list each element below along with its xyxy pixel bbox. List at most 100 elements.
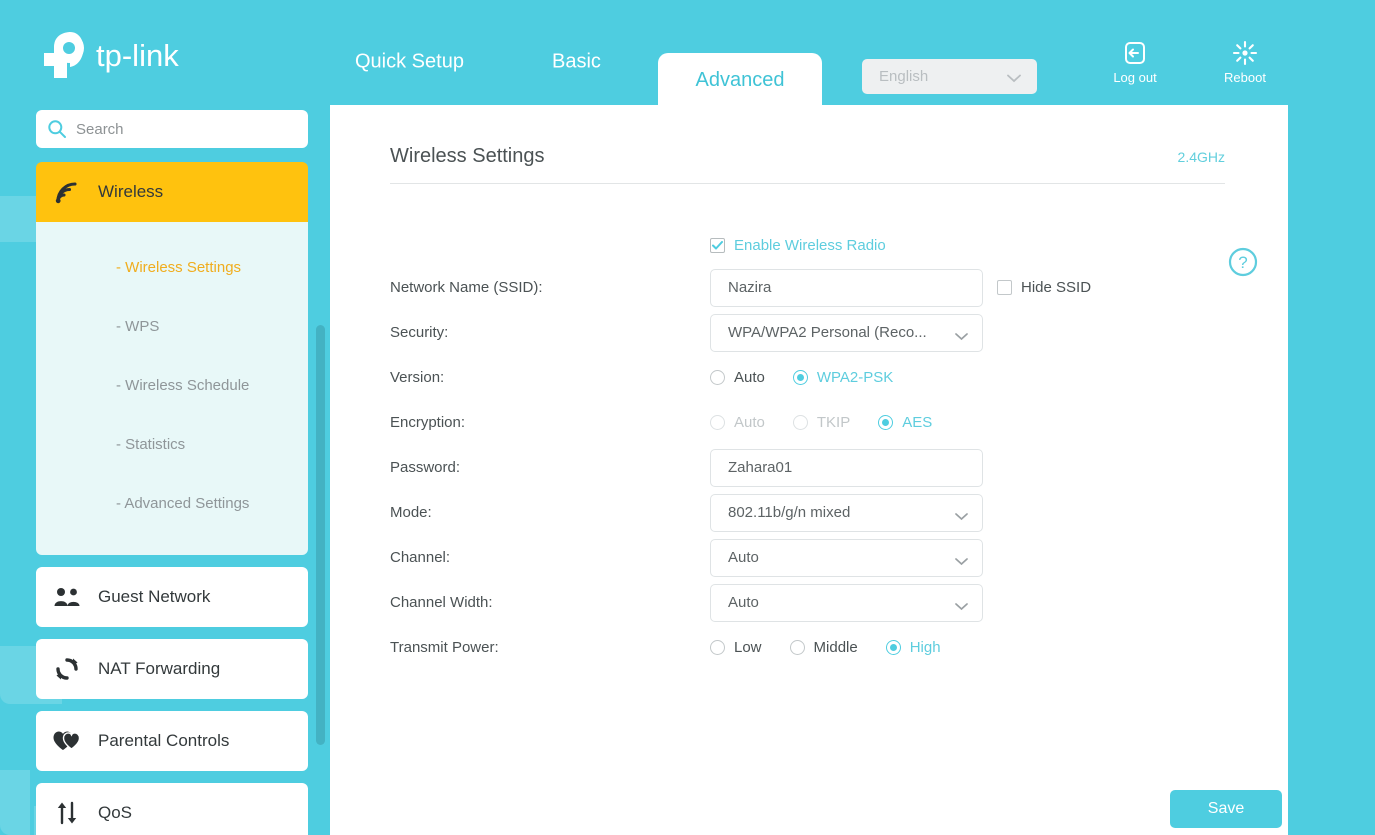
sidebar-item-label: Guest Network [98,587,211,606]
guests-icon [36,587,98,607]
sidebar-item-label: NAT Forwarding [98,659,221,678]
encryption-option-aes[interactable]: AES [878,414,932,431]
ssid-field[interactable] [710,268,983,307]
chevron-down-icon [955,598,968,616]
version-row: Version: Auto WPA2-PSK [390,355,1270,400]
submenu-item-wireless-schedule[interactable]: - Wireless Schedule [36,356,308,415]
transmit-power-radio-group: Low Middle High [710,639,969,656]
ssid-row: Network Name (SSID): Hide SSID [390,265,1270,310]
transmit-power-label: Transmit Power: [390,639,499,656]
chevron-down-icon [955,553,968,571]
radio-button[interactable] [789,640,805,655]
refresh-icon [36,657,98,681]
hide-ssid-checkbox[interactable] [997,280,1012,295]
password-field[interactable] [710,448,983,487]
background-pattern-block [0,196,40,242]
language-selector[interactable]: English [862,59,1037,94]
transmit-power-option-high[interactable]: High [885,639,941,656]
channel-width-label: Channel Width: [390,594,493,611]
enable-wireless-radio-checkbox[interactable] [710,237,725,253]
encryption-option-auto: Auto [710,414,765,431]
sidebar-item-wireless[interactable]: Wireless [36,162,308,222]
sidebar-submenu-wireless: - Wireless Settings - WPS - Wireless Sch… [36,222,308,555]
channel-width-row: Channel Width: Auto [390,580,1270,625]
wifi-icon [36,180,98,204]
radio-button[interactable] [710,370,725,385]
sidebar-item-qos[interactable]: QoS [36,783,308,835]
transmit-power-row: Transmit Power: Low Middle High [390,625,1270,670]
tp-link-logo: tp-link [36,28,206,82]
channel-width-select[interactable]: Auto [710,583,983,622]
transmit-power-option-low[interactable]: Low [710,639,762,656]
chevron-down-icon [955,508,968,526]
band-label: 2.4GHz [1177,149,1225,165]
transmit-power-option-label: High [909,639,941,656]
password-label: Password: [390,459,461,476]
channel-select[interactable]: Auto [710,538,983,577]
sidebar: Wireless - Wireless Settings - WPS - Wir… [36,110,308,835]
content-panel: Wireless Settings 2.4GHz ? Enable Wirele… [330,105,1288,835]
hide-ssid-group: Hide SSID [997,279,1091,296]
sidebar-item-guest-network[interactable]: Guest Network [36,567,308,627]
encryption-option-label: TKIP [816,414,851,431]
version-option-auto[interactable]: Auto [710,369,765,386]
ssid-input[interactable] [728,279,958,296]
submenu-item-wireless-settings[interactable]: - Wireless Settings [36,238,308,297]
radio-button[interactable] [710,640,725,655]
tab-basic[interactable]: Basic [552,51,601,74]
encryption-row: Encryption: Auto TKIP AES [390,400,1270,445]
version-radio-group: Auto WPA2-PSK [710,369,921,386]
security-select[interactable]: WPA/WPA2 Personal (Reco... [710,313,983,352]
password-row: Password: [390,445,1270,490]
reboot-icon [1232,40,1258,66]
password-input[interactable] [728,459,958,476]
security-label: Security: [390,324,449,341]
channel-width-value: Auto [728,594,759,611]
encryption-option-label: AES [902,414,933,431]
sidebar-item-nat-forwarding[interactable]: NAT Forwarding [36,639,308,699]
transmit-power-option-label: Low [734,639,762,656]
submenu-item-statistics[interactable]: - Statistics [36,415,308,474]
logout-label: Log out [1113,70,1157,85]
security-row: Security: WPA/WPA2 Personal (Reco... [390,310,1270,355]
search-icon [48,120,66,138]
mode-row: Mode: 802.11b/g/n mixed [390,490,1270,535]
search-input[interactable] [76,120,276,138]
mode-select[interactable]: 802.11b/g/n mixed [710,493,983,532]
logout-button[interactable]: Log out [1100,40,1170,85]
radio-button[interactable] [792,370,808,385]
transmit-power-option-label: Middle [813,639,858,656]
background-pattern-block [0,770,30,835]
sidebar-item-label: Wireless [98,182,164,201]
reboot-label: Reboot [1224,70,1266,85]
sidebar-item-parental-controls[interactable]: Parental Controls [36,711,308,771]
sidebar-scrollbar-thumb[interactable] [316,325,325,745]
transmit-power-option-middle[interactable]: Middle [789,639,858,656]
channel-value: Auto [728,549,759,566]
tab-advanced[interactable]: Advanced [658,53,822,108]
ssid-control [710,268,983,307]
reboot-button[interactable]: Reboot [1210,40,1280,85]
radio-button [792,415,808,430]
submenu-item-wps[interactable]: - WPS [36,297,308,356]
save-button[interactable]: Save [1170,790,1282,828]
encryption-option-tkip: TKIP [792,414,851,431]
hide-ssid-label[interactable]: Hide SSID [1021,279,1091,296]
radio-button[interactable] [878,415,894,430]
app-header: tp-link Quick Setup Basic Advanced Engli… [0,0,1375,108]
chevron-down-icon [1007,70,1021,88]
submenu-item-advanced-settings[interactable]: - Advanced Settings [36,474,308,533]
version-option-wpa2psk[interactable]: WPA2-PSK [792,369,894,386]
enable-wireless-radio-row: Enable Wireless Radio [710,225,1270,265]
chevron-down-icon [955,328,968,346]
tab-quick-setup[interactable]: Quick Setup [355,51,464,74]
radio-button[interactable] [885,640,901,655]
encryption-radio-group: Auto TKIP AES [710,414,960,431]
page-title: Wireless Settings [390,145,545,167]
search-box[interactable] [36,110,308,148]
tp-link-logo-icon: tp-link [44,32,179,78]
version-option-label: Auto [734,369,765,386]
ssid-label: Network Name (SSID): [390,279,543,296]
enable-wireless-radio-label[interactable]: Enable Wireless Radio [734,237,886,254]
version-option-label: WPA2-PSK [816,369,894,386]
